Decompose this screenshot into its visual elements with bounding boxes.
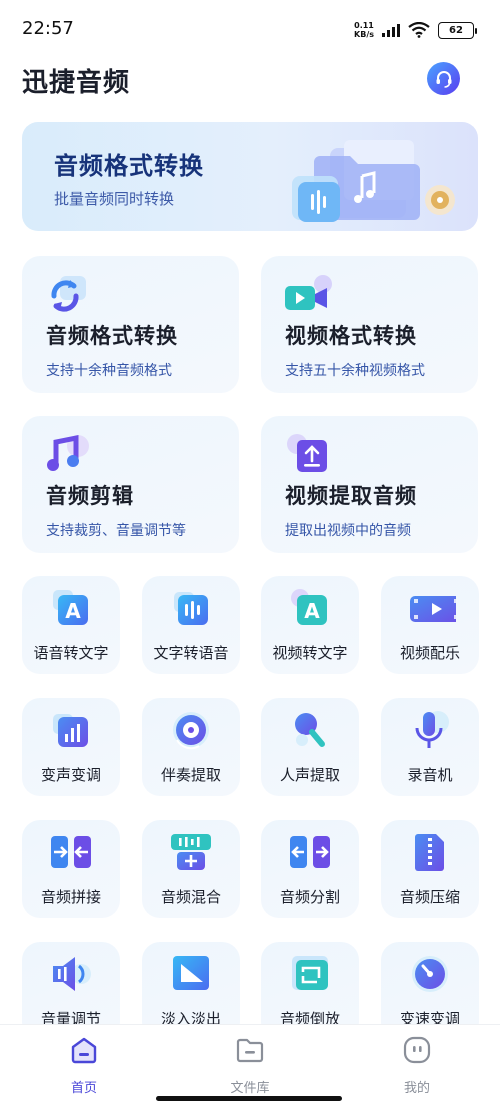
network-speed-unit: KB/s xyxy=(354,30,374,39)
tool-accompaniment-extract[interactable]: 伴奏提取 xyxy=(142,698,240,796)
status-icons: 0.11 KB/s 62 xyxy=(354,20,477,40)
tool-video-to-text[interactable]: A 视频转文字 xyxy=(261,576,359,674)
home-icon xyxy=(71,1037,97,1064)
bar-chart-icon xyxy=(53,714,88,747)
profile-icon xyxy=(403,1036,431,1064)
customer-service-button[interactable] xyxy=(427,62,460,95)
svg-text:A: A xyxy=(65,599,81,623)
nav-label: 首页 xyxy=(70,1081,97,1096)
tool-label: 人声提取 xyxy=(279,766,340,784)
speed-gauge-icon xyxy=(412,956,448,992)
reverse-loop-icon xyxy=(292,956,328,990)
tool-voice-change[interactable]: 变声变调 xyxy=(22,698,120,796)
app-title: 迅捷音频 xyxy=(22,68,131,98)
card-subtitle: 支持十余种音频格式 xyxy=(46,363,172,379)
audio-edit-card[interactable]: 音频剪辑 支持裁剪、音量调节等 xyxy=(22,416,239,553)
status-bar: 22:57 0.11 KB/s 62 xyxy=(0,0,500,58)
letter-a-icon: A xyxy=(53,590,88,625)
waveform-icon xyxy=(174,592,208,625)
home-indicator xyxy=(156,1096,342,1101)
zip-file-icon xyxy=(415,834,444,871)
battery-indicator: 62 xyxy=(438,21,477,39)
tool-vocal-extract[interactable]: 人声提取 xyxy=(261,698,359,796)
network-speed-value: 0.11 xyxy=(354,21,374,30)
signal-icon xyxy=(382,23,400,37)
letter-a-icon: A xyxy=(291,589,327,625)
nav-profile[interactable]: 我的 xyxy=(377,1035,457,1096)
card-title: 视频格式转换 xyxy=(285,324,417,348)
music-note-icon xyxy=(47,434,89,471)
tool-speech-to-text[interactable]: A 语音转文字 xyxy=(22,576,120,674)
banner-title: 音频格式转换 xyxy=(54,152,204,180)
tool-label: 视频配乐 xyxy=(399,644,460,662)
folder-icon xyxy=(236,1038,264,1063)
nav-label: 我的 xyxy=(403,1081,430,1096)
video-format-convert-card[interactable]: 视频格式转换 支持五十余种视频格式 xyxy=(261,256,478,393)
tool-label: 伴奏提取 xyxy=(160,766,221,784)
banner-subtitle: 批量音频同时转换 xyxy=(54,190,175,208)
card-subtitle: 支持五十余种视频格式 xyxy=(285,363,425,379)
card-subtitle: 支持裁剪、音量调节等 xyxy=(46,523,186,539)
tool-audio-compress[interactable]: 音频压缩 xyxy=(381,820,479,918)
nav-home[interactable]: 首页 xyxy=(44,1035,124,1096)
nav-label: 文件库 xyxy=(230,1081,270,1096)
tool-label: 音频混合 xyxy=(160,888,221,906)
video-extract-audio-card[interactable]: 视频提取音频 提取出视频中的音频 xyxy=(261,416,478,553)
tool-text-to-speech[interactable]: 文字转语音 xyxy=(142,576,240,674)
promo-banner[interactable]: 音频格式转换 批量音频同时转换 xyxy=(22,122,478,231)
card-title: 视频提取音频 xyxy=(285,484,417,508)
network-speed: 0.11 KB/s xyxy=(354,21,374,39)
tool-label: 语音转文字 xyxy=(33,644,109,662)
headset-icon xyxy=(436,70,451,88)
tool-label: 变声变调 xyxy=(40,766,101,784)
microphone-icon xyxy=(295,713,325,747)
card-subtitle: 提取出视频中的音频 xyxy=(285,523,411,539)
tool-audio-mix[interactable]: 音频混合 xyxy=(142,820,240,918)
speaker-icon xyxy=(53,957,91,991)
status-time: 22:57 xyxy=(22,18,74,39)
card-title: 音频格式转换 xyxy=(46,324,178,348)
svg-text:A: A xyxy=(304,599,320,623)
audio-format-convert-card[interactable]: 音频格式转换 支持十余种音频格式 xyxy=(22,256,239,393)
tool-label: 文字转语音 xyxy=(153,644,229,662)
tool-video-music[interactable]: 视频配乐 xyxy=(381,576,479,674)
tool-label: 视频转文字 xyxy=(272,644,348,662)
fade-triangle-icon xyxy=(173,956,209,990)
split-arrows-icon xyxy=(290,836,330,868)
video-camera-icon xyxy=(285,275,332,310)
recorder-mic-icon xyxy=(415,711,449,748)
tool-recorder[interactable]: 录音机 xyxy=(381,698,479,796)
merge-arrows-icon xyxy=(51,836,91,868)
folder-audio-illustration xyxy=(292,140,455,222)
disc-icon xyxy=(173,712,209,750)
nav-file-library[interactable]: 文件库 xyxy=(210,1035,290,1096)
tool-label: 录音机 xyxy=(407,766,453,784)
tool-label: 音频压缩 xyxy=(399,888,460,906)
film-play-icon xyxy=(410,596,456,622)
tool-audio-join[interactable]: 音频拼接 xyxy=(22,820,120,918)
tool-label: 音频拼接 xyxy=(40,888,101,906)
refresh-convert-icon xyxy=(51,276,86,312)
tool-label: 音频分割 xyxy=(279,888,340,906)
upload-extract-icon xyxy=(287,434,327,472)
mix-plus-icon xyxy=(171,834,211,870)
tool-audio-split[interactable]: 音频分割 xyxy=(261,820,359,918)
card-title: 音频剪辑 xyxy=(46,484,134,508)
wifi-icon xyxy=(408,22,430,38)
